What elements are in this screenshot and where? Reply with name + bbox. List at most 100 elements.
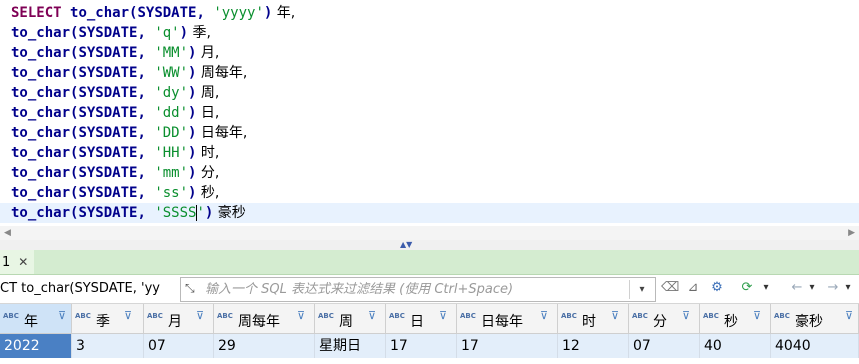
code-line[interactable]: to_char(SYSDATE, 'dd') 日, bbox=[11, 103, 219, 123]
result-grid[interactable]: ABC 年 ⊽ ABC 季 ⊽ ABC 月 ⊽ ABC 周每年 ⊽ ABC 周 … bbox=[0, 304, 859, 364]
column-header[interactable]: ABC 周 ⊽ bbox=[315, 304, 386, 334]
sql-function: to_char bbox=[70, 5, 130, 21]
table-cell[interactable]: 2022 bbox=[0, 334, 72, 358]
filter-history-dropdown-icon[interactable]: ▾ bbox=[629, 280, 654, 299]
table-cell[interactable]: 3 bbox=[72, 334, 144, 358]
table-cell[interactable]: 29 bbox=[214, 334, 315, 358]
scrollbar-thumb[interactable] bbox=[14, 229, 840, 237]
result-tab[interactable]: 1 ✕ bbox=[0, 250, 35, 274]
sql-function: to_char bbox=[11, 205, 71, 221]
back-menu-icon[interactable]: ▾ bbox=[806, 278, 818, 298]
sql-editor[interactable]: SELECT to_char(SYSDATE, 'yyyy') 年, to_ch… bbox=[0, 0, 859, 228]
table-cell[interactable]: 07 bbox=[629, 334, 700, 358]
refresh-icon[interactable]: ⟳ bbox=[738, 278, 756, 298]
table-cell[interactable]: 4040 bbox=[771, 334, 859, 358]
column-filter-icon[interactable]: ⊽ bbox=[58, 309, 66, 322]
sql-args: (SYSDATE, bbox=[70, 85, 155, 101]
code-line[interactable]: to_char(SYSDATE, 'ss') 秒, bbox=[11, 183, 219, 203]
sql-args: (SYSDATE, bbox=[70, 65, 155, 81]
back-icon[interactable]: ← bbox=[788, 278, 806, 298]
column-title: 日每年 bbox=[481, 314, 523, 330]
scroll-left-icon[interactable]: ◀ bbox=[4, 228, 11, 238]
text-type-icon: ABC bbox=[75, 312, 91, 320]
filter-input[interactable] bbox=[205, 279, 605, 299]
column-filter-icon[interactable]: ⊽ bbox=[611, 309, 619, 322]
column-header[interactable]: ABC 时 ⊽ bbox=[558, 304, 629, 334]
column-title: 季 bbox=[96, 314, 110, 330]
table-cell[interactable]: 12 bbox=[558, 334, 629, 358]
column-header[interactable]: ABC 季 ⊽ bbox=[72, 304, 144, 334]
sql-args: (SYSDATE, bbox=[129, 5, 214, 21]
table-cell[interactable]: 17 bbox=[457, 334, 558, 358]
sql-function: to_char bbox=[11, 125, 71, 141]
column-filter-icon[interactable]: ⊽ bbox=[540, 309, 548, 322]
column-header[interactable]: ABC 周每年 ⊽ bbox=[214, 304, 315, 334]
sql-alias: 日每年, bbox=[196, 125, 248, 141]
code-line-current[interactable]: to_char(SYSDATE, 'SSSS') 豪秒 bbox=[0, 203, 859, 223]
column-title: 年 bbox=[24, 314, 38, 330]
column-title: 分 bbox=[653, 314, 667, 330]
sql-alias: 周每年, bbox=[196, 65, 248, 81]
column-title: 周每年 bbox=[238, 314, 280, 330]
column-header[interactable]: ABC 秒 ⊽ bbox=[700, 304, 771, 334]
sql-args: (SYSDATE, bbox=[70, 45, 155, 61]
table-cell[interactable]: 星期日 bbox=[315, 334, 386, 358]
horizontal-scrollbar[interactable]: ◀ ▶ bbox=[0, 226, 859, 240]
forward-menu-icon[interactable]: ▾ bbox=[842, 278, 854, 298]
column-filter-icon[interactable]: ⊽ bbox=[368, 309, 376, 322]
expand-icon[interactable]: ⤡ bbox=[185, 281, 195, 296]
sql-close-paren: ) bbox=[179, 25, 189, 41]
forward-icon[interactable]: → bbox=[824, 278, 842, 298]
column-header[interactable]: ABC 豪秒 ⊽ bbox=[771, 304, 859, 334]
sql-string: 'q' bbox=[154, 25, 180, 41]
text-type-icon: ABC bbox=[3, 312, 19, 320]
column-filter-icon[interactable]: ⊽ bbox=[753, 309, 761, 322]
sql-alias: 季, bbox=[188, 25, 211, 41]
code-line[interactable]: to_char(SYSDATE, 'MM') 月, bbox=[11, 43, 219, 63]
gear-icon[interactable]: ⚙ bbox=[708, 278, 726, 298]
column-header[interactable]: ABC 日 ⊽ bbox=[386, 304, 457, 334]
splitter-grip-icon[interactable]: ▲▼ bbox=[400, 240, 412, 250]
column-filter-icon[interactable]: ⊽ bbox=[196, 309, 204, 322]
filter-field[interactable]: ⤡ ▾ bbox=[180, 277, 656, 302]
column-filter-icon[interactable]: ⊽ bbox=[439, 309, 447, 322]
column-filter-icon[interactable]: ⊽ bbox=[682, 309, 690, 322]
sql-string: 'mm' bbox=[154, 165, 189, 181]
code-line[interactable]: to_char(SYSDATE, 'dy') 周, bbox=[11, 83, 219, 103]
column-header[interactable]: ABC 分 ⊽ bbox=[629, 304, 700, 334]
scroll-right-icon[interactable]: ▶ bbox=[848, 228, 855, 238]
code-line[interactable]: SELECT to_char(SYSDATE, 'yyyy') 年, bbox=[11, 3, 295, 23]
column-header[interactable]: ABC 年 ⊽ bbox=[0, 304, 72, 334]
close-icon[interactable]: ✕ bbox=[18, 255, 28, 269]
code-line[interactable]: to_char(SYSDATE, 'WW') 周每年, bbox=[11, 63, 247, 83]
sql-args: (SYSDATE, bbox=[70, 165, 155, 181]
column-header[interactable]: ABC 日每年 ⊽ bbox=[457, 304, 558, 334]
column-filter-icon[interactable]: ⊽ bbox=[845, 309, 853, 322]
query-text[interactable]: CT to_char(SYSDATE, 'yy bbox=[0, 278, 178, 300]
table-cell[interactable]: 07 bbox=[144, 334, 214, 358]
table-cell[interactable]: 17 bbox=[386, 334, 457, 358]
table-cell[interactable]: 40 bbox=[700, 334, 771, 358]
code-line[interactable]: to_char(SYSDATE, 'mm') 分, bbox=[11, 163, 219, 183]
column-filter-icon[interactable]: ⊽ bbox=[297, 309, 305, 322]
refresh-menu-icon[interactable]: ▾ bbox=[760, 278, 772, 298]
code-line[interactable]: to_char(SYSDATE, 'DD') 日每年, bbox=[11, 123, 247, 143]
panel-splitter[interactable]: ▲▼ bbox=[0, 240, 859, 250]
sql-args: (SYSDATE, bbox=[70, 145, 155, 161]
column-header[interactable]: ABC 月 ⊽ bbox=[144, 304, 214, 334]
code-line[interactable]: to_char(SYSDATE, 'HH') 时, bbox=[11, 143, 219, 163]
eraser-icon[interactable]: ⌫ bbox=[661, 278, 679, 298]
sql-args: (SYSDATE, bbox=[70, 185, 155, 201]
column-title: 时 bbox=[582, 314, 596, 330]
code-line[interactable]: to_char(SYSDATE, 'q') 季, bbox=[11, 23, 211, 43]
text-type-icon: ABC bbox=[318, 312, 334, 320]
sql-alias: 年, bbox=[272, 5, 296, 21]
sql-string: 'WW' bbox=[154, 65, 189, 81]
sql-string: 'ss' bbox=[154, 185, 189, 201]
sql-function: to_char bbox=[11, 65, 71, 81]
funnel-icon[interactable]: ⊿ bbox=[684, 278, 702, 298]
column-title: 周 bbox=[339, 314, 353, 330]
sql-string: 'SSSS bbox=[154, 205, 197, 221]
sql-function: to_char bbox=[11, 85, 71, 101]
column-filter-icon[interactable]: ⊽ bbox=[124, 309, 132, 322]
